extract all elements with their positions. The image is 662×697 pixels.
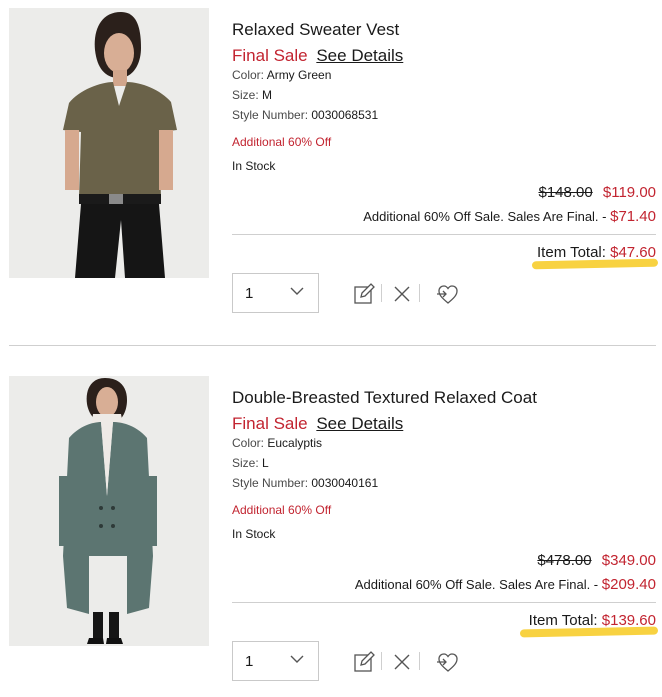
item-total-label: Item Total: bbox=[537, 244, 606, 261]
price-line: $148.00 $119.00 bbox=[538, 184, 656, 201]
color-value: Army Green bbox=[266, 68, 332, 82]
final-sale-label: Final Sale bbox=[232, 414, 308, 433]
chevron-down-icon bbox=[290, 655, 304, 663]
style-value: 0030040161 bbox=[311, 476, 379, 490]
action-separator bbox=[381, 284, 382, 302]
additional-discount: Additional 60% Off Sale. Sales Are Final… bbox=[363, 208, 656, 225]
cart-item: Relaxed Sweater Vest Final Sale See Deta… bbox=[0, 0, 662, 313]
additional-discount: Additional 60% Off Sale. Sales Are Final… bbox=[355, 576, 656, 593]
sale-price: $349.00 bbox=[601, 552, 656, 569]
product-image[interactable] bbox=[9, 376, 209, 646]
stock-status: In Stock bbox=[232, 527, 276, 541]
price-divider bbox=[232, 234, 656, 235]
color-value: Eucalyptis bbox=[267, 436, 323, 450]
discount-amount: $209.40 bbox=[601, 576, 656, 593]
see-details-link[interactable]: See Details bbox=[316, 414, 403, 433]
style-label: Style Number: bbox=[232, 476, 309, 490]
size-label: Size: bbox=[232, 88, 259, 102]
discount-amount: $71.40 bbox=[610, 208, 656, 225]
action-separator bbox=[381, 652, 382, 670]
style-label: Style Number: bbox=[232, 108, 309, 122]
quantity-select[interactable]: 1 bbox=[232, 273, 319, 313]
sale-notice: Final Sale See Details bbox=[232, 46, 403, 66]
move-to-wishlist-icon[interactable] bbox=[436, 282, 460, 306]
final-sale-label: Final Sale bbox=[232, 46, 308, 65]
product-photo-coat bbox=[9, 376, 209, 646]
edit-icon[interactable] bbox=[352, 650, 376, 674]
item-total: Item Total: $139.60 bbox=[529, 612, 656, 629]
product-photo-vest bbox=[9, 8, 209, 278]
product-size: Size: M bbox=[232, 88, 272, 102]
stock-status: In Stock bbox=[232, 159, 276, 173]
action-separator bbox=[419, 652, 420, 670]
item-total-value: $47.60 bbox=[610, 244, 656, 261]
sale-price: $119.00 bbox=[602, 184, 656, 201]
close-icon[interactable] bbox=[390, 650, 414, 674]
product-style-number: Style Number: 0030068531 bbox=[232, 108, 378, 122]
action-separator bbox=[419, 284, 420, 302]
item-total-label: Item Total: bbox=[528, 612, 598, 629]
color-label: Color: bbox=[232, 436, 265, 450]
size-label: Size: bbox=[232, 456, 259, 470]
product-name[interactable]: Double-Breasted Textured Relaxed Coat bbox=[232, 388, 537, 408]
item-total: Item Total: $47.60 bbox=[537, 244, 656, 261]
discount-label: Additional 60% Off Sale. Sales Are Final… bbox=[354, 577, 599, 592]
product-size: Size: L bbox=[232, 456, 269, 470]
price-line: $478.00 $349.00 bbox=[537, 552, 656, 569]
product-name[interactable]: Relaxed Sweater Vest bbox=[232, 20, 399, 40]
product-style-number: Style Number: 0030040161 bbox=[232, 476, 378, 490]
edit-icon[interactable] bbox=[352, 282, 376, 306]
promo-text: Additional 60% Off bbox=[232, 135, 332, 149]
size-value: M bbox=[262, 88, 273, 102]
sale-notice: Final Sale See Details bbox=[232, 414, 403, 434]
original-price: $478.00 bbox=[537, 552, 592, 569]
color-label: Color: bbox=[232, 68, 265, 82]
style-value: 0030068531 bbox=[311, 108, 379, 122]
product-image[interactable] bbox=[9, 8, 209, 278]
quantity-select[interactable]: 1 bbox=[232, 641, 319, 681]
chevron-down-icon bbox=[290, 287, 304, 295]
product-color: Color: Eucalyptis bbox=[232, 436, 322, 450]
close-icon[interactable] bbox=[390, 282, 414, 306]
move-to-wishlist-icon[interactable] bbox=[436, 650, 460, 674]
quantity-value: 1 bbox=[245, 653, 254, 670]
quantity-value: 1 bbox=[245, 285, 254, 302]
discount-label: Additional 60% Off Sale. Sales Are Final… bbox=[363, 209, 607, 224]
promo-text: Additional 60% Off bbox=[232, 503, 332, 517]
see-details-link[interactable]: See Details bbox=[316, 46, 403, 65]
cart-item: Double-Breasted Textured Relaxed Coat Fi… bbox=[0, 368, 662, 681]
product-color: Color: Army Green bbox=[232, 68, 331, 82]
price-divider bbox=[232, 602, 656, 603]
item-total-value: $139.60 bbox=[601, 612, 656, 629]
item-divider bbox=[9, 345, 656, 346]
original-price: $148.00 bbox=[538, 184, 593, 201]
size-value: L bbox=[262, 456, 269, 470]
